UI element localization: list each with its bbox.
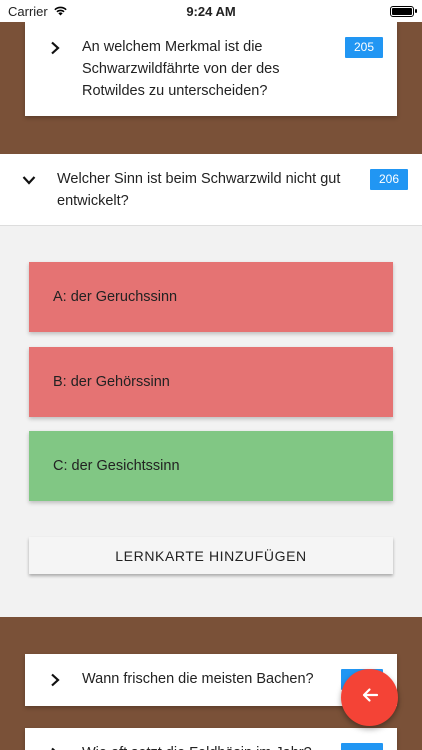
expanded-question-206: Welcher Sinn ist beim Schwarzwild nicht … [0,154,422,617]
question-text: Welcher Sinn ist beim Schwarzwild nicht … [57,171,341,209]
answer-option-b[interactable]: B: der Gehörssinn [29,347,393,417]
chevron-right-icon [43,36,67,60]
chevron-down-icon [17,168,41,192]
chevron-right-icon [43,742,67,750]
question-card[interactable]: Wie oft setzt die Feldhäsin im Jahr? [25,728,397,750]
battery-icon [390,5,417,17]
question-number-badge: 206 [369,169,408,190]
arrow-left-icon [360,685,380,710]
question-text: Wie oft setzt die Feldhäsin im Jahr? [82,742,312,750]
carrier-label: Carrier [8,3,48,19]
question-text: An welchem Merkmal ist die Schwarzwildfä… [82,39,280,99]
question-number-badge [341,743,383,750]
answer-label: A: der Geruchssinn [53,289,178,305]
status-bar: Carrier 9:24 AM [0,0,422,22]
add-flashcard-button[interactable]: LERNKARTE HINZUFÜGEN [29,537,393,574]
answer-option-c[interactable]: C: der Gesichtssinn [29,431,393,501]
answer-option-a[interactable]: A: der Geruchssinn [29,262,393,332]
question-text: Wann frischen die meisten Bachen? [82,671,314,687]
chevron-right-icon [43,668,67,692]
answer-label: C: der Gesichtssinn [53,458,180,474]
question-header-206[interactable]: Welcher Sinn ist beim Schwarzwild nicht … [0,154,422,226]
back-fab-button[interactable] [341,669,398,726]
question-number-badge: 205 [344,37,383,58]
answer-label: B: der Gehörssinn [53,374,170,390]
wifi-icon [53,4,68,19]
question-card-205[interactable]: An welchem Merkmal ist die Schwarzwildfä… [25,22,397,116]
